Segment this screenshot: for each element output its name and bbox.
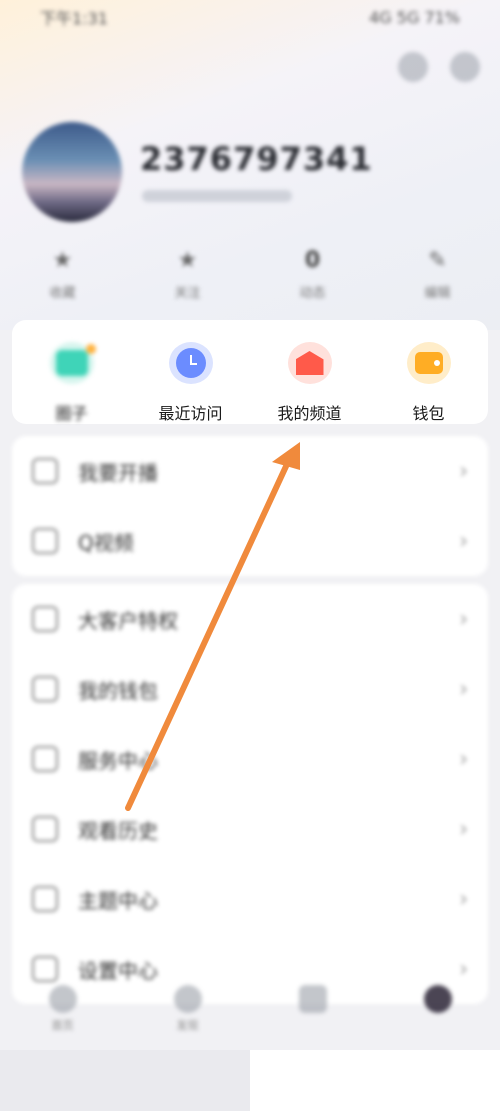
chevron-right-icon: › [459,458,468,484]
stat-favorites[interactable]: ★ 收藏 [0,248,125,301]
status-time: 下午1:31 [40,9,108,28]
pencil-icon: ✎ [428,248,447,273]
menu-item-label: 我要开播 [78,460,158,485]
menu-item-theme[interactable]: 主题中心 › [12,864,488,934]
quick-action-recent[interactable]: 最近访问 [131,320,250,424]
nav-label: 发现 [176,1019,199,1032]
message-icon [298,985,327,1013]
stat-label: 关注 [174,286,201,301]
nav-messages[interactable] [278,985,348,1017]
quick-action-label: 圈子 [55,404,88,423]
bottom-nav: 首页 发现 [0,985,500,1045]
chevron-right-icon: › [459,528,468,554]
username[interactable]: 2376797341 [140,140,373,178]
history-icon [32,816,58,842]
quick-action-wallet[interactable]: 钱包 [369,320,488,424]
live-icon [32,458,58,484]
stat-label: 编辑 [424,286,451,301]
stat-value: 0 [304,248,321,273]
stat-label: 收藏 [49,286,76,301]
profile-stats: ★ 收藏 ★ 关注 0 动态 ✎ 编辑 [0,248,500,301]
settings-icon[interactable] [450,52,480,82]
profile-avatar-icon [423,985,452,1013]
quick-actions-card: 圈子 最近访问 我的频道 钱包 [12,320,488,424]
menu-item-label: 设置中心 [78,958,158,983]
home-icon [32,886,58,912]
gear-icon [32,956,58,982]
scan-icon[interactable] [398,52,428,82]
wallet-icon [406,342,451,384]
chevron-right-icon: › [459,746,468,772]
clock-icon [168,342,213,384]
menu-item-go-live[interactable]: 我要开播 › [12,436,488,506]
menu-item-label: Q视频 [78,530,134,555]
stat-edit[interactable]: ✎ 编辑 [375,248,500,301]
menu-item-label: 主题中心 [78,888,158,913]
nav-label: 首页 [51,1019,74,1032]
top-right-icons [398,52,480,82]
stat-following[interactable]: ★ 关注 [125,248,250,301]
quick-action-label: 我的频道 [277,404,342,423]
menu-item-vip[interactable]: 大客户特权 › [12,584,488,654]
chevron-right-icon: › [459,886,468,912]
menu-group-1: 我要开播 › Q视频 › [12,436,488,576]
avatar[interactable] [22,122,122,222]
menu-item-service[interactable]: 服务中心 › [12,724,488,794]
diamond-icon [32,606,58,632]
house-icon [287,342,332,384]
stat-posts[interactable]: 0 动态 [250,248,375,301]
nav-home[interactable]: 首页 [28,985,98,1033]
bottom-white-area [250,1050,500,1111]
menu-item-video[interactable]: Q视频 › [12,506,488,576]
quick-action-label: 钱包 [412,404,445,423]
service-icon [32,746,58,772]
menu-item-label: 观看历史 [78,818,158,843]
menu-group-2: 大客户特权 › 我的钱包 › 服务中心 › 观看历史 › 主题中心 › 设置中心… [12,584,488,1004]
home-icon [48,985,77,1013]
star-icon: ★ [177,248,198,273]
status-bar: 下午1:31 4G 5G 71% [0,0,500,34]
profile-subtitle [142,190,292,202]
quick-action-my-channel[interactable]: 我的频道 [250,320,369,424]
menu-item-label: 服务中心 [78,748,158,773]
chevron-right-icon: › [459,606,468,632]
star-icon: ★ [52,248,73,273]
system-nav-bar [0,1050,250,1111]
video-icon [32,528,58,554]
chevron-right-icon: › [459,676,468,702]
menu-item-label: 我的钱包 [78,678,158,703]
menu-item-history[interactable]: 观看历史 › [12,794,488,864]
quick-action-circle[interactable]: 圈子 [12,320,131,424]
card-icon [32,676,58,702]
status-indicators: 4G 5G 71% [369,7,460,27]
menu-item-wallet[interactable]: 我的钱包 › [12,654,488,724]
stat-label: 动态 [299,286,326,301]
quick-action-label: 最近访问 [158,404,223,423]
nav-profile[interactable] [403,985,473,1017]
chevron-right-icon: › [459,956,468,982]
nav-discover[interactable]: 发现 [153,985,223,1033]
chevron-right-icon: › [459,816,468,842]
circle-app-icon [49,342,96,384]
menu-item-label: 大客户特权 [78,608,178,633]
discover-icon [173,985,202,1013]
